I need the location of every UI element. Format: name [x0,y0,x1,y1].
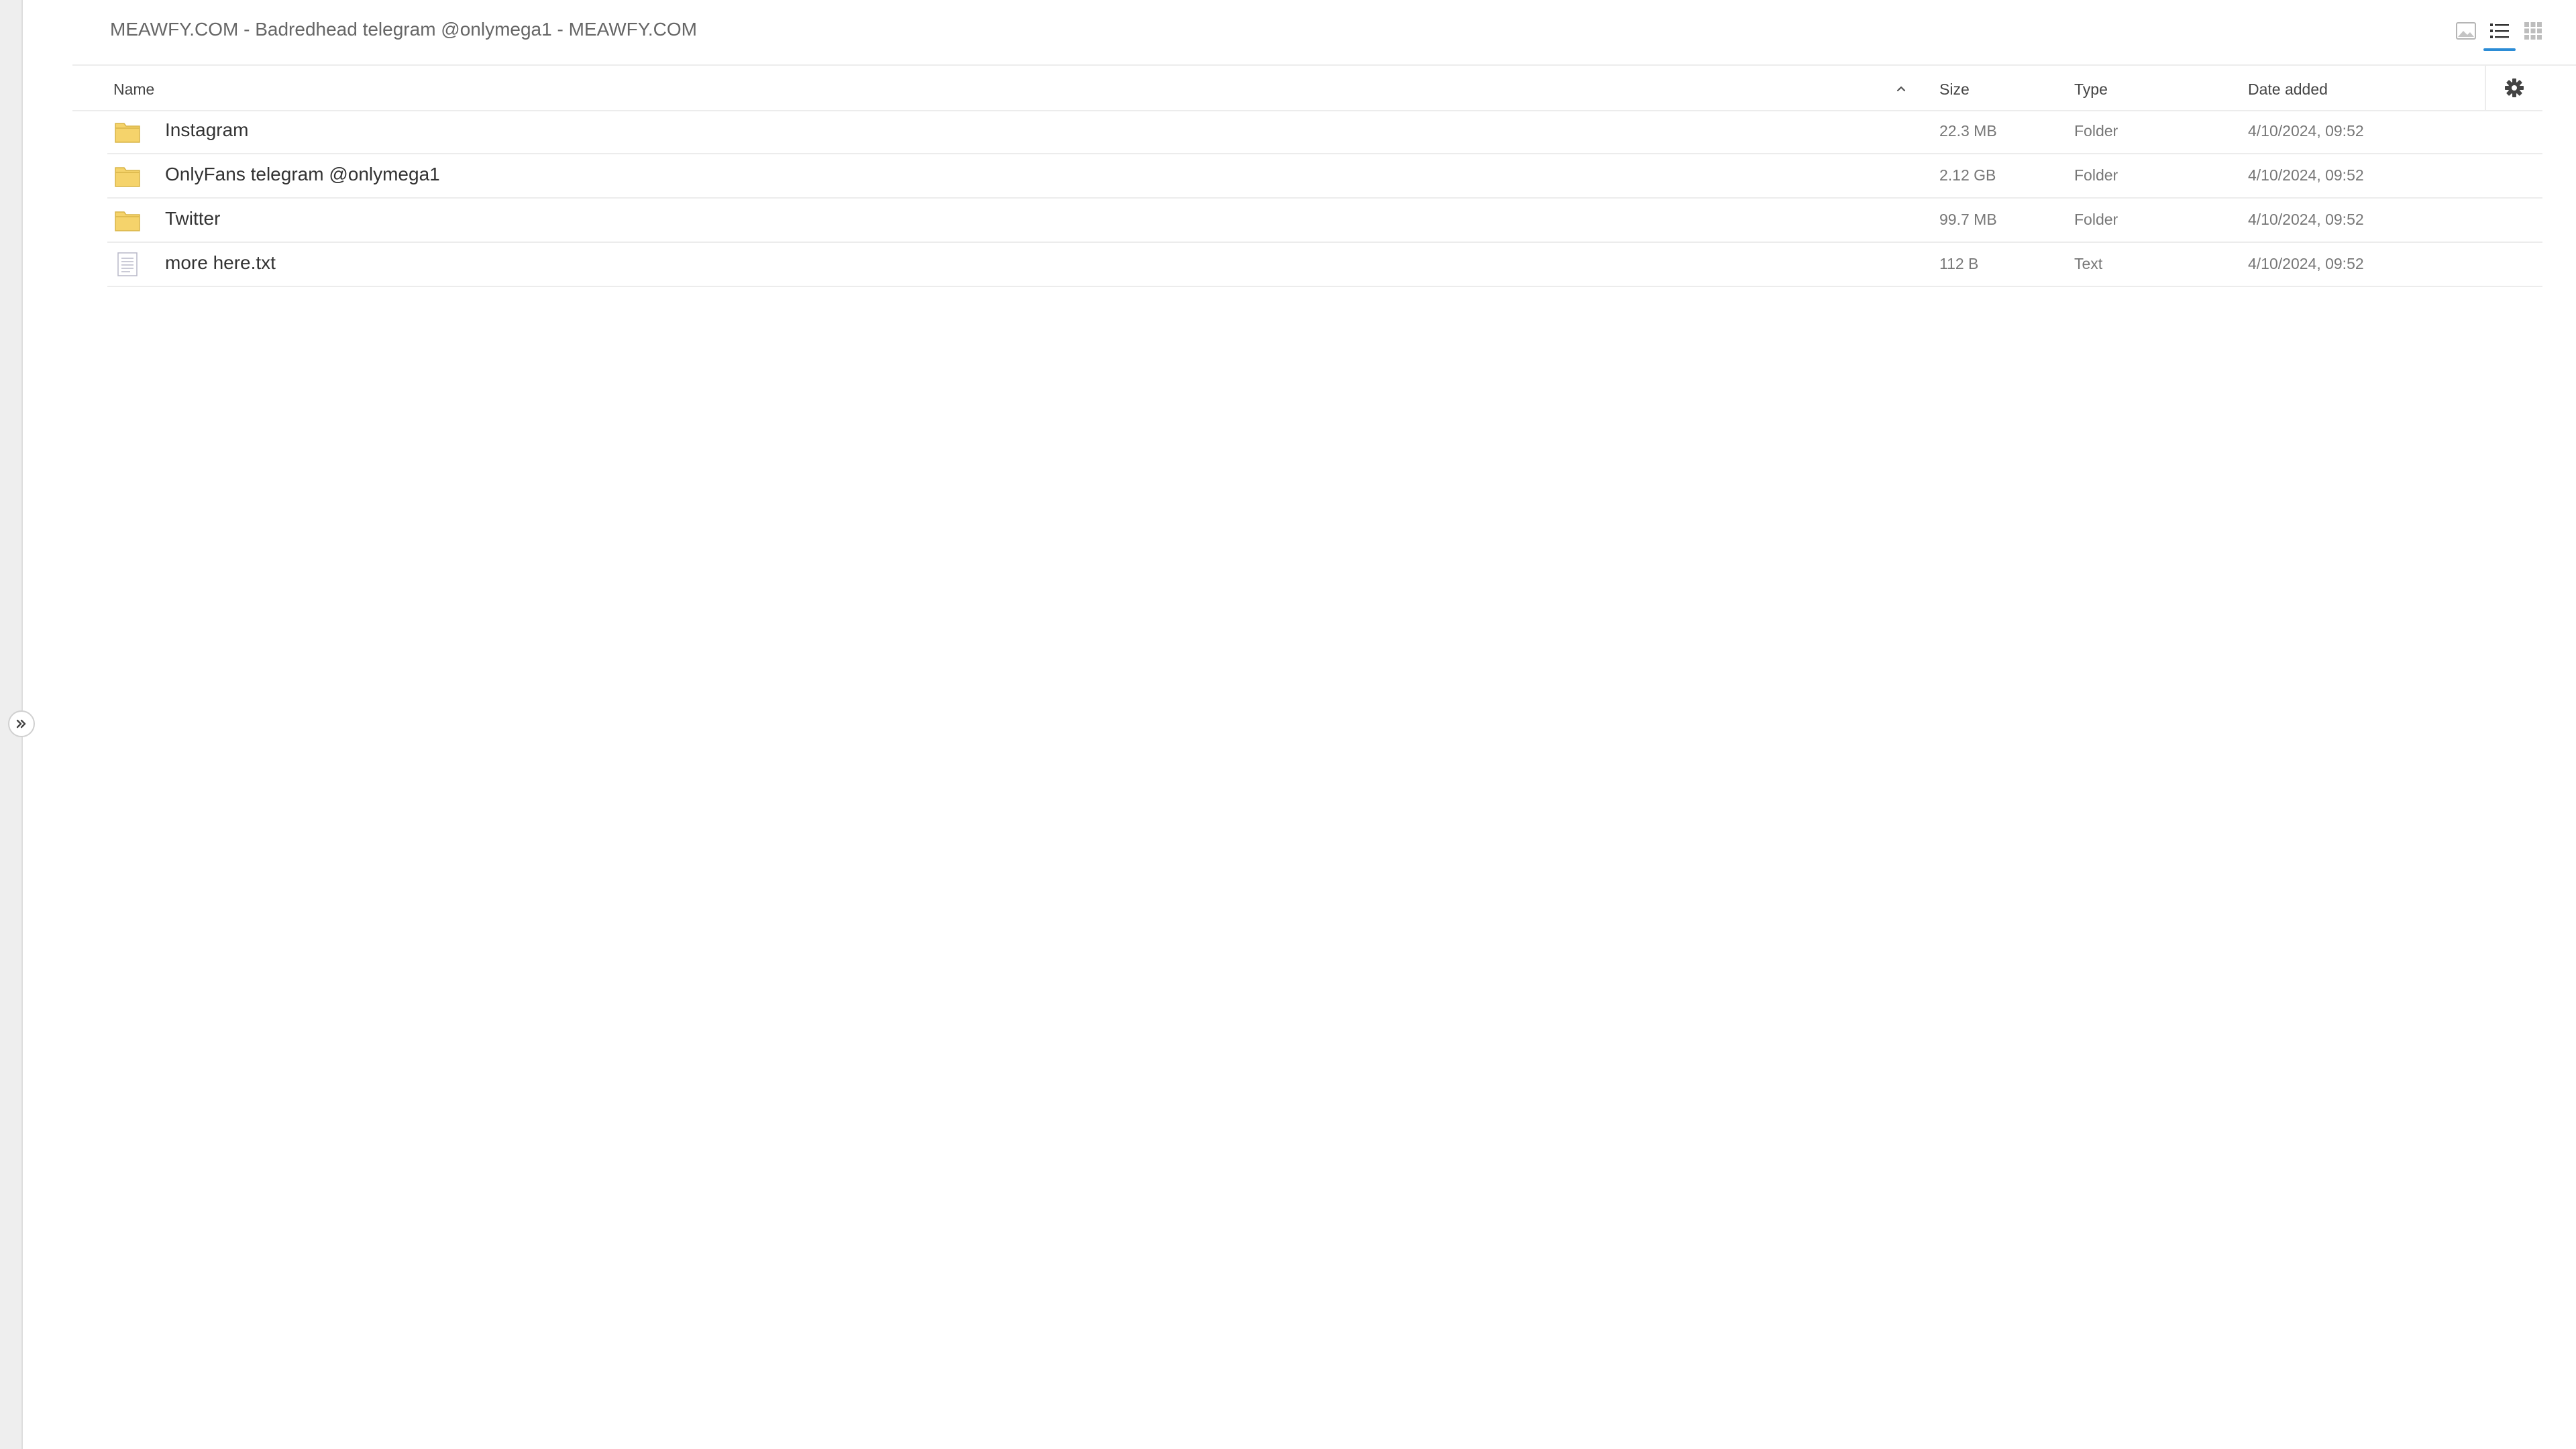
column-header-name[interactable]: Name [113,80,154,99]
grid-view-button[interactable] [2521,19,2545,43]
row-size: 22.3 MB [1939,122,1997,140]
table-row[interactable]: OnlyFans telegram @onlymega1 2.12 GB Fol… [107,154,2542,199]
chevron-up-icon [1896,86,1906,92]
row-size: 99.7 MB [1939,211,1997,228]
gear-icon [2505,78,2524,97]
table-row[interactable]: Twitter 99.7 MB Folder 4/10/2024, 09:52 [107,199,2542,243]
folder-icon [115,211,140,231]
row-size: 112 B [1939,255,1979,272]
row-date-added: 4/10/2024, 09:52 [2248,166,2364,184]
folder-icon [115,123,140,143]
row-name: more here.txt [165,252,276,273]
row-type: Text [2074,255,2103,272]
file-list: Instagram 22.3 MB Folder 4/10/2024, 09:5… [107,110,2542,287]
list-icon [2490,23,2509,38]
text-file-icon [117,252,138,276]
row-size: 2.12 GB [1939,166,1996,184]
grid-icon [2524,22,2542,40]
row-date-added: 4/10/2024, 09:52 [2248,255,2364,272]
column-header-type[interactable]: Type [2074,80,2108,99]
expand-sidebar-button[interactable] [8,710,35,737]
breadcrumb[interactable]: MEAWFY.COM - Badredhead telegram @onlyme… [110,19,697,40]
column-settings-button[interactable] [2485,66,2542,110]
row-name: Twitter [165,208,221,229]
column-header-size[interactable]: Size [1939,80,1970,99]
table-row[interactable]: more here.txt 112 B Text 4/10/2024, 09:5… [107,243,2542,287]
row-date-added: 4/10/2024, 09:52 [2248,211,2364,228]
table-header: Name Size Type Date added [72,66,2542,111]
file-browser: MEAWFY.COM - Badredhead telegram @onlyme… [0,0,2576,1449]
double-chevron-right-icon [16,719,26,729]
table-row[interactable]: Instagram 22.3 MB Folder 4/10/2024, 09:5… [107,110,2542,154]
row-type: Folder [2074,166,2118,184]
row-type: Folder [2074,122,2118,140]
folder-icon [115,167,140,187]
row-type: Folder [2074,211,2118,228]
image-icon [2456,22,2476,40]
column-header-date-added[interactable]: Date added [2248,80,2328,99]
row-name: Instagram [165,119,249,140]
header-bar: MEAWFY.COM - Badredhead telegram @onlyme… [72,0,2576,66]
sort-direction-button[interactable] [1896,80,1907,99]
row-name: OnlyFans telegram @onlymega1 [165,164,440,184]
row-date-added: 4/10/2024, 09:52 [2248,122,2364,140]
list-view-button[interactable] [2483,19,2516,51]
view-switcher [2454,19,2545,51]
thumbnail-view-button[interactable] [2454,19,2478,43]
